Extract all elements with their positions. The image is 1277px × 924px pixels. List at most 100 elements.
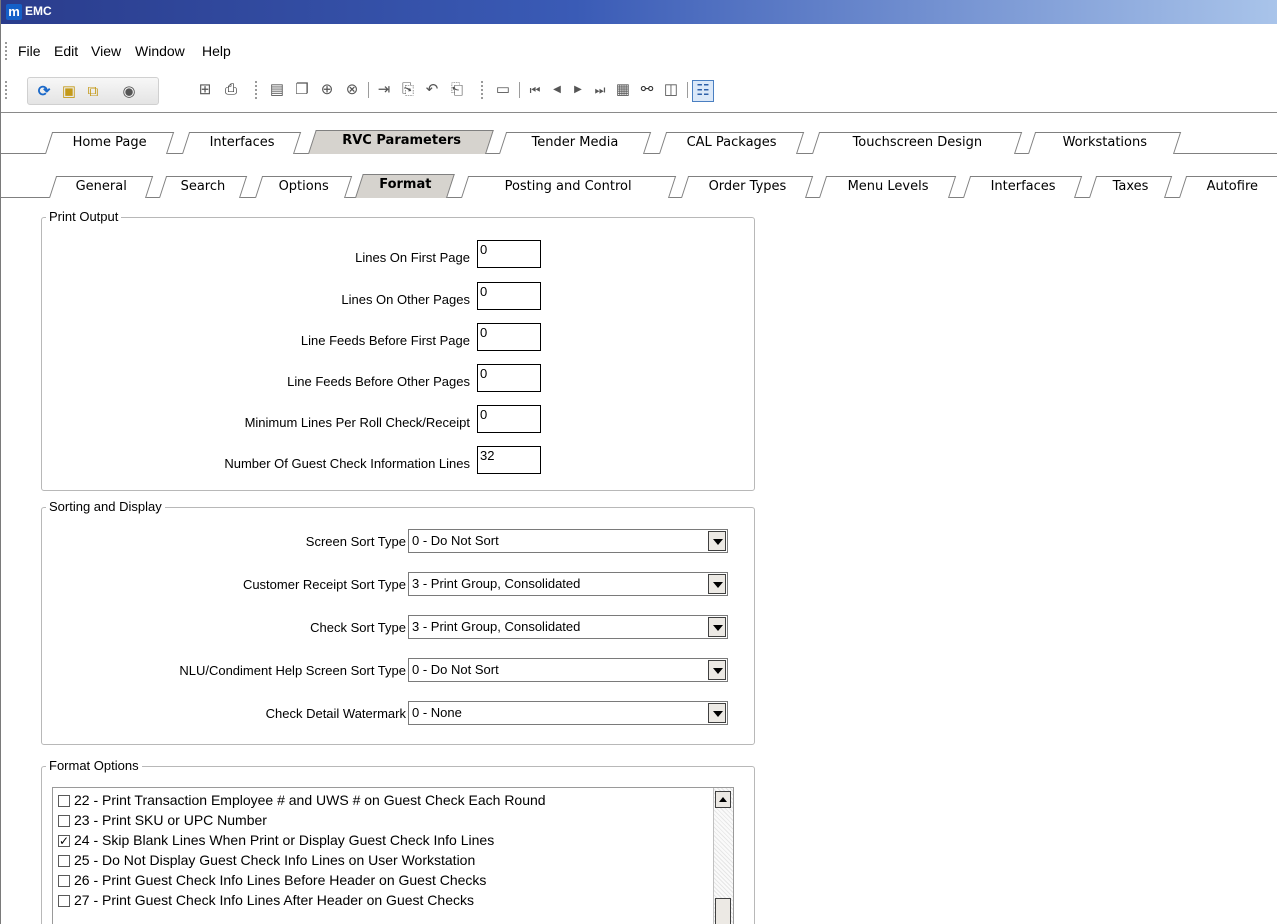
copy-icon[interactable]: ⎘ <box>398 80 418 100</box>
chevron-down-icon[interactable] <box>708 703 726 723</box>
paste-icon[interactable]: ⎗ <box>447 80 467 100</box>
subtab-options[interactable]: Options <box>255 176 353 198</box>
sorting-display-legend: Sorting and Display <box>46 499 165 514</box>
chevron-down-icon[interactable] <box>708 660 726 680</box>
subtab-posting-and-control[interactable]: Posting and Control <box>461 176 677 198</box>
delete-icon[interactable]: ⊗ <box>342 80 362 100</box>
vertical-scrollbar[interactable] <box>713 788 733 924</box>
menu-file[interactable]: File <box>18 43 41 59</box>
print-output-legend: Print Output <box>46 209 122 224</box>
subtab-autofire[interactable]: Autofire <box>1179 176 1277 198</box>
table-view-icon[interactable]: ☷ <box>692 80 714 102</box>
line-feeds-first-page-input[interactable]: 0 <box>477 323 541 351</box>
lines-first-page-input[interactable]: 0 <box>477 240 541 268</box>
save-icon[interactable]: ▤ <box>267 80 287 100</box>
guest-check-info-lines-label: Number Of Guest Check Information Lines <box>224 456 470 471</box>
tab-touchscreen-design[interactable]: Touchscreen Design <box>812 132 1023 154</box>
checkbox[interactable]: ✓ <box>58 835 70 847</box>
format-options-list[interactable]: 22 - Print Transaction Employee # and UW… <box>52 787 734 924</box>
lines-first-page-label: Lines On First Page <box>355 250 470 265</box>
checkbox[interactable] <box>58 855 70 867</box>
title-bar: m EMC <box>1 0 1277 24</box>
tab-tender-media[interactable]: Tender Media <box>499 132 652 154</box>
screen-sort-type-select[interactable]: 0 - Do Not Sort <box>408 529 728 553</box>
screen-sort-type-label: Screen Sort Type <box>305 534 406 549</box>
menu-view[interactable]: View <box>91 43 121 59</box>
last-record-icon[interactable]: ⏭ <box>590 80 610 100</box>
customer-receipt-sort-select[interactable]: 3 - Print Group, Consolidated <box>408 572 728 596</box>
checkbox[interactable] <box>58 815 70 827</box>
format-options-group: Format Options 22 - Print Transaction Em… <box>41 758 755 924</box>
window-title: EMC <box>25 4 52 18</box>
print-output-group: Print Output Lines On First Page 0 Lines… <box>41 209 755 491</box>
lines-other-pages-label: Lines On Other Pages <box>341 292 470 307</box>
subtab-taxes[interactable]: Taxes <box>1089 176 1173 198</box>
menu-edit[interactable]: Edit <box>54 43 78 59</box>
sub-tab-row: General Search Options Format Posting an… <box>1 172 1277 198</box>
menu-window[interactable]: Window <box>135 43 185 59</box>
find-icon[interactable]: ⚯ <box>637 80 657 100</box>
subtab-search[interactable]: Search <box>159 176 248 198</box>
calculator-icon[interactable]: ⊞ <box>195 80 215 100</box>
check-sort-type-select[interactable]: 3 - Print Group, Consolidated <box>408 615 728 639</box>
circle-icon[interactable]: ◉ <box>119 82 139 102</box>
format-options-legend: Format Options <box>46 758 142 773</box>
menu-grip-icon[interactable] <box>5 42 10 60</box>
page-icon[interactable]: ▭ <box>493 80 513 100</box>
new-icon[interactable]: ▣ <box>59 82 79 102</box>
subtab-order-types[interactable]: Order Types <box>681 176 814 198</box>
chevron-down-icon[interactable] <box>708 574 726 594</box>
toolbar-separator-3 <box>687 82 688 98</box>
tab-workstations[interactable]: Workstations <box>1028 132 1182 154</box>
sorting-display-group: Sorting and Display Screen Sort Type 0 -… <box>41 499 755 745</box>
subtab-general[interactable]: General <box>49 176 154 198</box>
lines-other-pages-input[interactable]: 0 <box>477 282 541 310</box>
nlu-condiment-sort-select[interactable]: 0 - Do Not Sort <box>408 658 728 682</box>
first-record-icon[interactable]: ⏮ <box>525 80 545 100</box>
toolbar-grip-2-icon[interactable] <box>255 81 260 99</box>
toolbar-separator <box>368 82 369 98</box>
guest-check-info-lines-input[interactable]: 32 <box>477 446 541 474</box>
app-logo-icon: m <box>6 4 22 20</box>
checkbox[interactable] <box>58 895 70 907</box>
menu-help[interactable]: Help <box>202 43 231 59</box>
goto-record-icon[interactable]: ▦ <box>613 80 633 100</box>
subtab-format[interactable]: Format <box>355 174 455 198</box>
refresh-icon[interactable]: ⟳ <box>34 82 54 102</box>
minimum-lines-input[interactable]: 0 <box>477 405 541 433</box>
checkbox[interactable] <box>58 875 70 887</box>
main-tab-row: Home Page Interfaces RVC Parameters Tend… <box>1 128 1277 154</box>
tab-cal-packages[interactable]: CAL Packages <box>659 132 805 154</box>
check-detail-watermark-select[interactable]: 0 - None <box>408 701 728 725</box>
undo-icon[interactable]: ↶ <box>422 80 442 100</box>
print-icon[interactable]: ⎙ <box>221 80 241 100</box>
subtab-menu-levels[interactable]: Menu Levels <box>819 176 957 198</box>
insert-record-icon[interactable]: ⇥ <box>374 80 394 100</box>
customer-receipt-sort-label: Customer Receipt Sort Type <box>242 577 406 592</box>
save-all-icon[interactable]: ❐ <box>292 80 312 100</box>
tab-home-page[interactable]: Home Page <box>45 132 175 154</box>
chevron-down-icon[interactable] <box>708 617 726 637</box>
checkbox[interactable] <box>58 795 70 807</box>
chevron-down-icon[interactable] <box>708 531 726 551</box>
subtab-interfaces[interactable]: Interfaces <box>963 176 1083 198</box>
line-feeds-other-pages-input[interactable]: 0 <box>477 364 541 392</box>
form-view-icon[interactable]: ◫ <box>661 80 681 100</box>
line-feeds-other-pages-label: Line Feeds Before Other Pages <box>287 374 470 389</box>
toolbar-grip-icon[interactable] <box>5 81 10 99</box>
toolbar-separator-2 <box>519 82 520 98</box>
new-multiple-icon[interactable]: ⧉ <box>83 82 103 102</box>
scroll-up-icon[interactable] <box>715 791 731 808</box>
tab-interfaces[interactable]: Interfaces <box>182 132 302 154</box>
check-sort-type-label: Check Sort Type <box>310 620 406 635</box>
tab-rvc-parameters[interactable]: RVC Parameters <box>308 130 494 154</box>
toolbar-group-nav: ⟳ ▣ ⧉ ◉ <box>27 77 159 105</box>
add-icon[interactable]: ⊕ <box>317 80 337 100</box>
menu-bar: File Edit View Window Help <box>1 38 1277 64</box>
toolbar-grip-3-icon[interactable] <box>481 81 486 99</box>
next-record-icon[interactable]: ▶ <box>568 80 588 100</box>
previous-record-icon[interactable]: ◀ <box>547 80 567 100</box>
toolbar: ⟳ ▣ ⧉ ◉ ⊞ ⎙ ▤ ❐ ⊕ ⊗ ⇥ ⎘ ↶ ⎗ ▭ ⏮ ◀ ▶ ⏭ ▦ … <box>1 76 1277 106</box>
scroll-thumb[interactable] <box>715 898 731 924</box>
emc-window: m EMC File Edit View Window Help ⟳ ▣ ⧉ ◉… <box>0 0 1277 924</box>
